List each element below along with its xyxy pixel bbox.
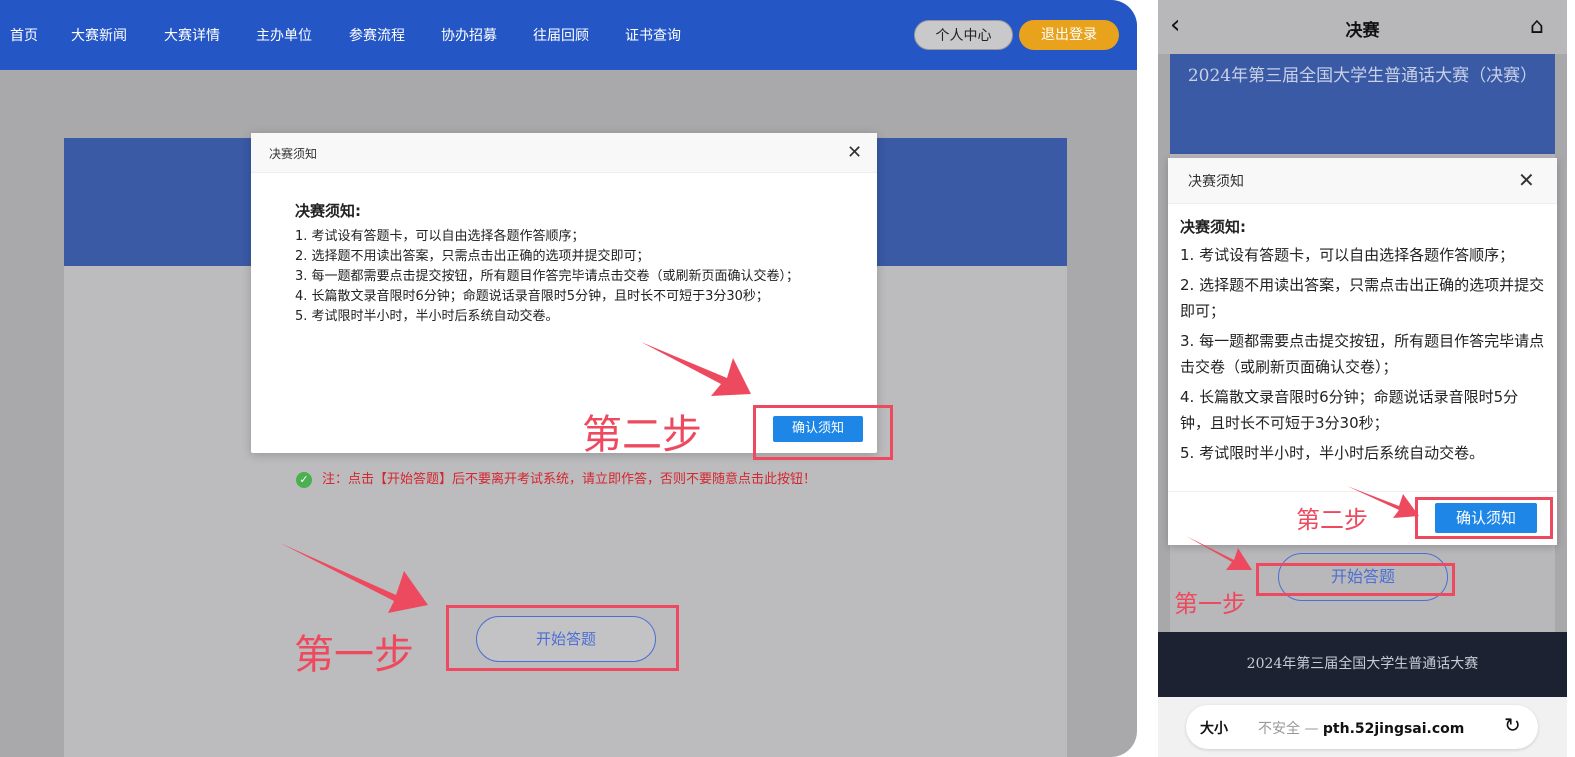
modal-heading: 决赛须知: — [295, 202, 361, 220]
modal-title: 决赛须知 — [269, 147, 318, 161]
rule-item: 4. 长篇散文录音限时6分钟；命题说话录音限时5分钟，且时长不可短于3分30秒； — [1180, 388, 1519, 432]
step1-highlight-box — [1256, 563, 1455, 596]
nav-item-organizers[interactable]: 主办单位 — [256, 25, 312, 45]
home-icon[interactable]: ⌂ — [1530, 14, 1544, 39]
step2-highlight-box — [753, 405, 893, 460]
step1-label: 第一步 — [1174, 590, 1246, 618]
step2-highlight-box — [1415, 497, 1553, 539]
step1-arrow-icon — [1186, 536, 1252, 570]
rule-item: 1. 考试设有答题卡，可以自由选择各题作答顺序； — [1180, 246, 1515, 264]
browser-url-bar: 大小 不安全 — pth.52jingsai.com ↻ — [1158, 697, 1567, 757]
start-notice-text: 注：点击【开始答题】后不要离开考试系统，请立即作答，否则不要随意点击此按钮！ — [322, 472, 817, 487]
rule-item: 5. 考试限时半小时，半小时后系统自动交卷。 — [1180, 444, 1485, 462]
close-icon[interactable]: ✕ — [1518, 168, 1535, 192]
domain-label: pth.52jingsai.com — [1322, 721, 1465, 737]
close-icon[interactable]: ✕ — [847, 142, 862, 163]
step1-arrow-icon — [280, 543, 428, 613]
nav-item-recruit[interactable]: 协办招募 — [441, 25, 497, 45]
step1-label: 第一步 — [294, 632, 414, 678]
top-nav: 首页 大赛新闻 大赛详情 主办单位 参赛流程 协办招募 往届回顾 证书查询 个人… — [0, 0, 1137, 70]
reload-icon[interactable]: ↻ — [1504, 713, 1521, 737]
mobile-header: ‹ 决赛 ⌂ — [1158, 0, 1567, 54]
rule-item: 5. 考试限时半小时，半小时后系统自动交卷。 — [295, 309, 559, 324]
footer: 2024年第三届全国大学生普通话大赛 — [1158, 632, 1567, 697]
modal-header: 决赛须知 ✕ — [251, 133, 877, 173]
rule-item: 4. 长篇散文录音限时6分钟；命题说话录音限时5分钟，且时长不可短于3分30秒； — [295, 289, 769, 304]
rule-item: 3. 每一题都需要点击提交按钮，所有题目作答完毕请点击交卷（或刷新页面确认交卷）… — [295, 269, 800, 284]
address-field[interactable]: 大小 不安全 — pth.52jingsai.com ↻ — [1186, 705, 1538, 749]
check-icon: ✓ — [296, 471, 312, 488]
mobile-screenshot: ‹ 决赛 ⌂ 2024年第三届全国大学生普通话大赛（决赛） 开始答题 2024年… — [1158, 0, 1567, 757]
rule-item: 2. 选择题不用读出答案，只需点击出正确的选项并提交即可； — [1180, 276, 1545, 320]
step2-arrow-icon — [641, 342, 751, 396]
modal-title: 决赛须知 — [1188, 174, 1244, 190]
modal-body: 决赛须知: 1. 考试设有答题卡，可以自由选择各题作答顺序； 2. 选择题不用读… — [295, 201, 840, 327]
url-text: 不安全 — pth.52jingsai.com — [1258, 718, 1464, 738]
step2-label: 第二步 — [582, 412, 702, 458]
step2-label: 第二步 — [1296, 506, 1368, 534]
page-title: 决赛 — [1345, 21, 1380, 41]
modal-header: 决赛须知 ✕ — [1168, 158, 1557, 204]
personal-center-button[interactable]: 个人中心 — [914, 20, 1013, 50]
logout-button[interactable]: 退出登录 — [1019, 20, 1119, 50]
contest-banner: 2024年第三届全国大学生普通话大赛（决赛） — [1170, 54, 1555, 154]
rule-item: 1. 考试设有答题卡，可以自由选择各题作答顺序； — [295, 229, 585, 244]
desktop-screenshot: 首页 大赛新闻 大赛详情 主办单位 参赛流程 协办招募 往届回顾 证书查询 个人… — [0, 0, 1137, 757]
start-notice: ✓ 注：点击【开始答题】后不要离开考试系统，请立即作答，否则不要随意点击此按钮！ — [296, 462, 836, 498]
rule-item: 3. 每一题都需要点击提交按钮，所有题目作答完毕请点击交卷（或刷新页面确认交卷）… — [1180, 332, 1545, 376]
nav-item-home[interactable]: 首页 — [10, 25, 38, 45]
modal-body: 决赛须知: 1. 考试设有答题卡，可以自由选择各题作答顺序； 2. 选择题不用读… — [1180, 214, 1545, 470]
nav-item-details[interactable]: 大赛详情 — [164, 25, 220, 45]
text-size-button[interactable]: 大小 — [1200, 718, 1228, 738]
nav-item-review[interactable]: 往届回顾 — [533, 25, 589, 45]
security-label: 不安全 — — [1258, 721, 1319, 737]
rule-item: 2. 选择题不用读出答案，只需点击出正确的选项并提交即可； — [295, 249, 650, 264]
nav-item-certificate[interactable]: 证书查询 — [625, 25, 681, 45]
nav-item-news[interactable]: 大赛新闻 — [71, 25, 127, 45]
step1-highlight-box — [446, 605, 679, 671]
modal-heading: 决赛须知: — [1180, 218, 1246, 236]
nav-item-process[interactable]: 参赛流程 — [349, 25, 405, 45]
